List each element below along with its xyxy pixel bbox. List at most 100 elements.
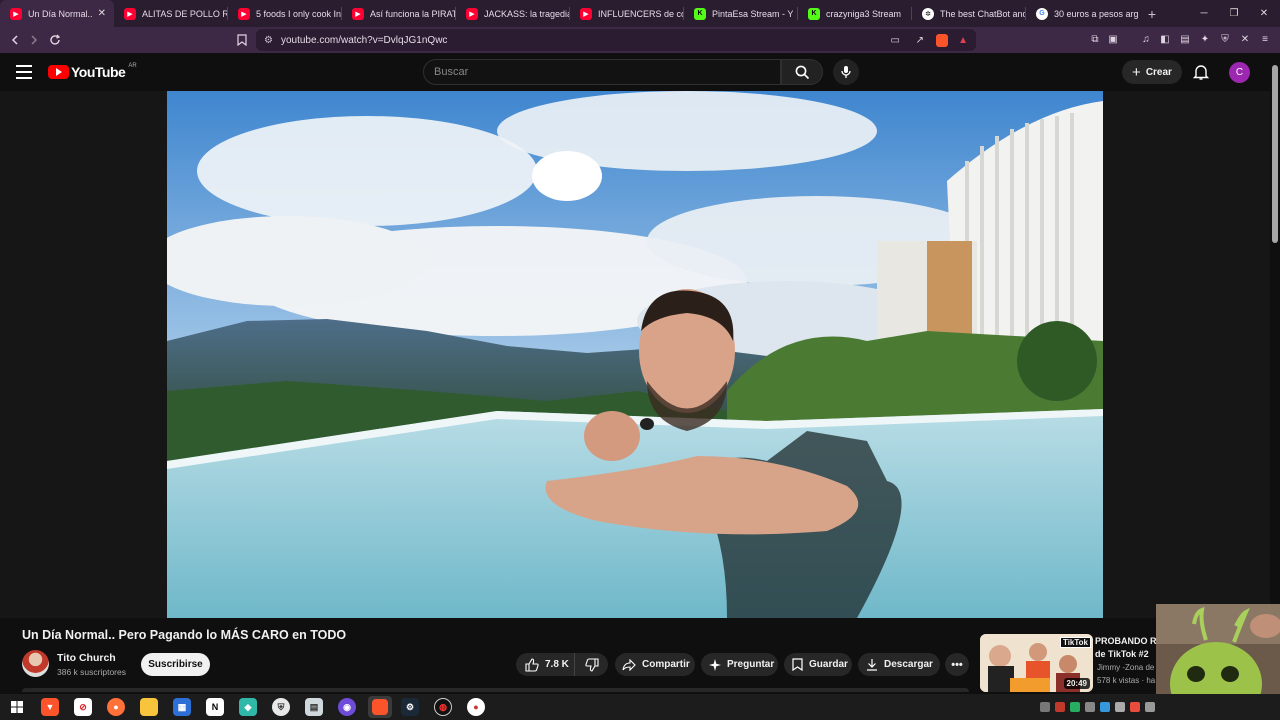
- tab-un-dia-normal[interactable]: ▶ Un Día Normal.. ✕: [0, 0, 114, 27]
- tab-label: ALITAS DE POLLO REB: [142, 8, 228, 19]
- search-input[interactable]: [434, 66, 764, 78]
- tab-crazyniga3[interactable]: K crazyniga3 Stream: [798, 0, 912, 27]
- file-explorer-icon[interactable]: [140, 698, 158, 716]
- recommended-thumbnail[interactable]: TikTok 20:49: [980, 634, 1093, 692]
- brave-browser-icon[interactable]: ▼: [41, 698, 59, 716]
- tab-jackass[interactable]: ▶ JACKASS: la tragedia q: [456, 0, 570, 27]
- share-button[interactable]: Compartir: [615, 653, 695, 676]
- sidebar-icon[interactable]: ◧: [1158, 32, 1172, 46]
- video-frame[interactable]: [167, 91, 1103, 618]
- tray-icon-7[interactable]: [1130, 702, 1140, 712]
- tab-pintaesa[interactable]: K PintaEsa Stream - Y: [684, 0, 798, 27]
- windows-start-icon[interactable]: [8, 698, 26, 716]
- tray-icon-8[interactable]: [1145, 702, 1155, 712]
- plus-icon: +: [1132, 63, 1141, 81]
- tab-label: PintaEsa Stream - Y: [712, 8, 794, 19]
- youtube-icon: ▶: [10, 7, 22, 20]
- tab-label: Un Día Normal..: [28, 8, 93, 19]
- minimize-icon[interactable]: ─: [1188, 0, 1220, 27]
- like-button[interactable]: 7.8 K: [516, 653, 575, 676]
- save-button[interactable]: Guardar: [784, 653, 852, 676]
- back-button[interactable]: [5, 30, 25, 50]
- search-button[interactable]: [781, 59, 823, 85]
- music-icon[interactable]: ♫: [1139, 32, 1153, 46]
- subscriber-count: 386 k suscriptores: [57, 667, 126, 677]
- wallet-icon[interactable]: ▤: [1178, 32, 1192, 46]
- address-bar[interactable]: ⚙ youtube.com/watch?v=DvlqJG1nQwc ▭ ↗ ▲: [256, 29, 976, 51]
- youtube-logo[interactable]: YouTube AR: [48, 63, 137, 80]
- tray-icon-2[interactable]: [1055, 702, 1065, 712]
- kick-icon: K: [694, 7, 706, 20]
- voice-search-button[interactable]: [833, 59, 859, 85]
- tab-influencers[interactable]: ▶ INFLUENCERS de cocin: [570, 0, 684, 27]
- country-code: AR: [128, 63, 137, 69]
- tab-pirateria[interactable]: ▶ Así funciona la PIRATE: [342, 0, 456, 27]
- tray-icon-3[interactable]: [1070, 702, 1080, 712]
- tab-5-foods[interactable]: ▶ 5 foods I only cook In: [228, 0, 342, 27]
- browser-toolbar: ⚙ youtube.com/watch?v=DvlqJG1nQwc ▭ ↗ ▲ …: [0, 27, 1280, 53]
- tray-icon-4[interactable]: [1085, 702, 1095, 712]
- subscribe-button[interactable]: Suscribirse: [141, 653, 210, 676]
- tools-icon[interactable]: ✕: [1238, 32, 1252, 46]
- steam-icon[interactable]: ⚙: [401, 698, 419, 716]
- screenshot-icon[interactable]: ▣: [1106, 32, 1120, 46]
- forward-button[interactable]: [24, 30, 44, 50]
- channel-name[interactable]: Tito Church: [57, 652, 116, 664]
- brave-rewards-icon[interactable]: ▲: [958, 35, 968, 46]
- ask-button[interactable]: Preguntar: [701, 653, 778, 676]
- discord-like-icon[interactable]: ◉: [338, 698, 356, 716]
- description-box[interactable]: [22, 688, 969, 692]
- create-label: Crear: [1145, 66, 1172, 78]
- media-app-icon[interactable]: ●: [467, 698, 485, 716]
- restore-icon[interactable]: ❐: [1218, 0, 1250, 27]
- cast-icon[interactable]: ▭: [891, 35, 900, 46]
- bookmark-icon[interactable]: [232, 30, 252, 50]
- logo-text: YouTube: [71, 64, 126, 80]
- vpn-app-icon[interactable]: ⛨: [272, 698, 290, 716]
- scrollbar-thumb[interactable]: [1272, 65, 1278, 243]
- video-player[interactable]: [0, 91, 1270, 684]
- browser-menu-icon[interactable]: ≡: [1258, 32, 1272, 46]
- calculator-icon[interactable]: ▦: [173, 698, 191, 716]
- tab-chatbot[interactable]: ✲ The best ChatBot and: [912, 0, 1026, 27]
- tab-label: JACKASS: la tragedia q: [484, 8, 570, 19]
- google-icon: G: [1036, 7, 1048, 20]
- notion-icon[interactable]: N: [206, 698, 224, 716]
- brave-shields-icon[interactable]: [936, 33, 948, 47]
- tab-euros-pesos[interactable]: G 30 euros a pesos arg: [1026, 0, 1140, 27]
- tray-icon-5[interactable]: [1100, 702, 1110, 712]
- browser-tab-bar: ▶ Un Día Normal.. ✕ ▶ ALITAS DE POLLO RE…: [0, 0, 1280, 27]
- notes-app-icon[interactable]: ◆: [239, 698, 257, 716]
- extensions-icon[interactable]: ⧉: [1088, 32, 1102, 46]
- recommended-channel[interactable]: Jimmy -Zona de: [1097, 663, 1154, 672]
- tray-icon-1[interactable]: [1040, 702, 1050, 712]
- reload-button[interactable]: [45, 30, 65, 50]
- site-info-icon[interactable]: ⚙: [264, 35, 273, 46]
- tray-icon-6[interactable]: [1115, 702, 1125, 712]
- brave-beta-icon[interactable]: ⊘: [74, 698, 92, 716]
- thumbs-up-icon: [525, 657, 539, 672]
- search-box[interactable]: [423, 59, 781, 85]
- new-tab-button[interactable]: +: [1140, 0, 1164, 27]
- tab-alitas[interactable]: ▶ ALITAS DE POLLO REB: [114, 0, 228, 27]
- youtube-icon: ▶: [238, 7, 250, 20]
- dislike-button[interactable]: [575, 657, 608, 672]
- notifications-bell-icon[interactable]: [1192, 63, 1210, 81]
- account-avatar[interactable]: C: [1229, 62, 1250, 83]
- close-window-icon[interactable]: ✕: [1248, 0, 1280, 27]
- vpn-shield-icon[interactable]: ⛨: [1218, 32, 1232, 46]
- close-tab-icon[interactable]: ✕: [98, 8, 106, 19]
- archive-app-icon[interactable]: ▤: [305, 698, 323, 716]
- obs-icon[interactable]: ◍: [434, 698, 452, 716]
- share-page-icon[interactable]: ↗: [916, 35, 924, 46]
- hamburger-menu-icon[interactable]: [16, 65, 32, 79]
- create-button[interactable]: + Crear: [1122, 60, 1182, 84]
- leo-ai-icon[interactable]: ✦: [1198, 32, 1212, 46]
- channel-avatar[interactable]: [22, 650, 49, 677]
- video-title: Un Día Normal.. Pero Pagando lo MÁS CARO…: [22, 628, 347, 642]
- more-actions-icon[interactable]: •••: [945, 653, 969, 676]
- youtube-header: YouTube AR + Crear C: [0, 53, 1270, 91]
- firefox-icon[interactable]: ●: [107, 698, 125, 716]
- brave-nightly-active-icon[interactable]: [368, 696, 392, 718]
- download-button[interactable]: Descargar: [858, 653, 940, 676]
